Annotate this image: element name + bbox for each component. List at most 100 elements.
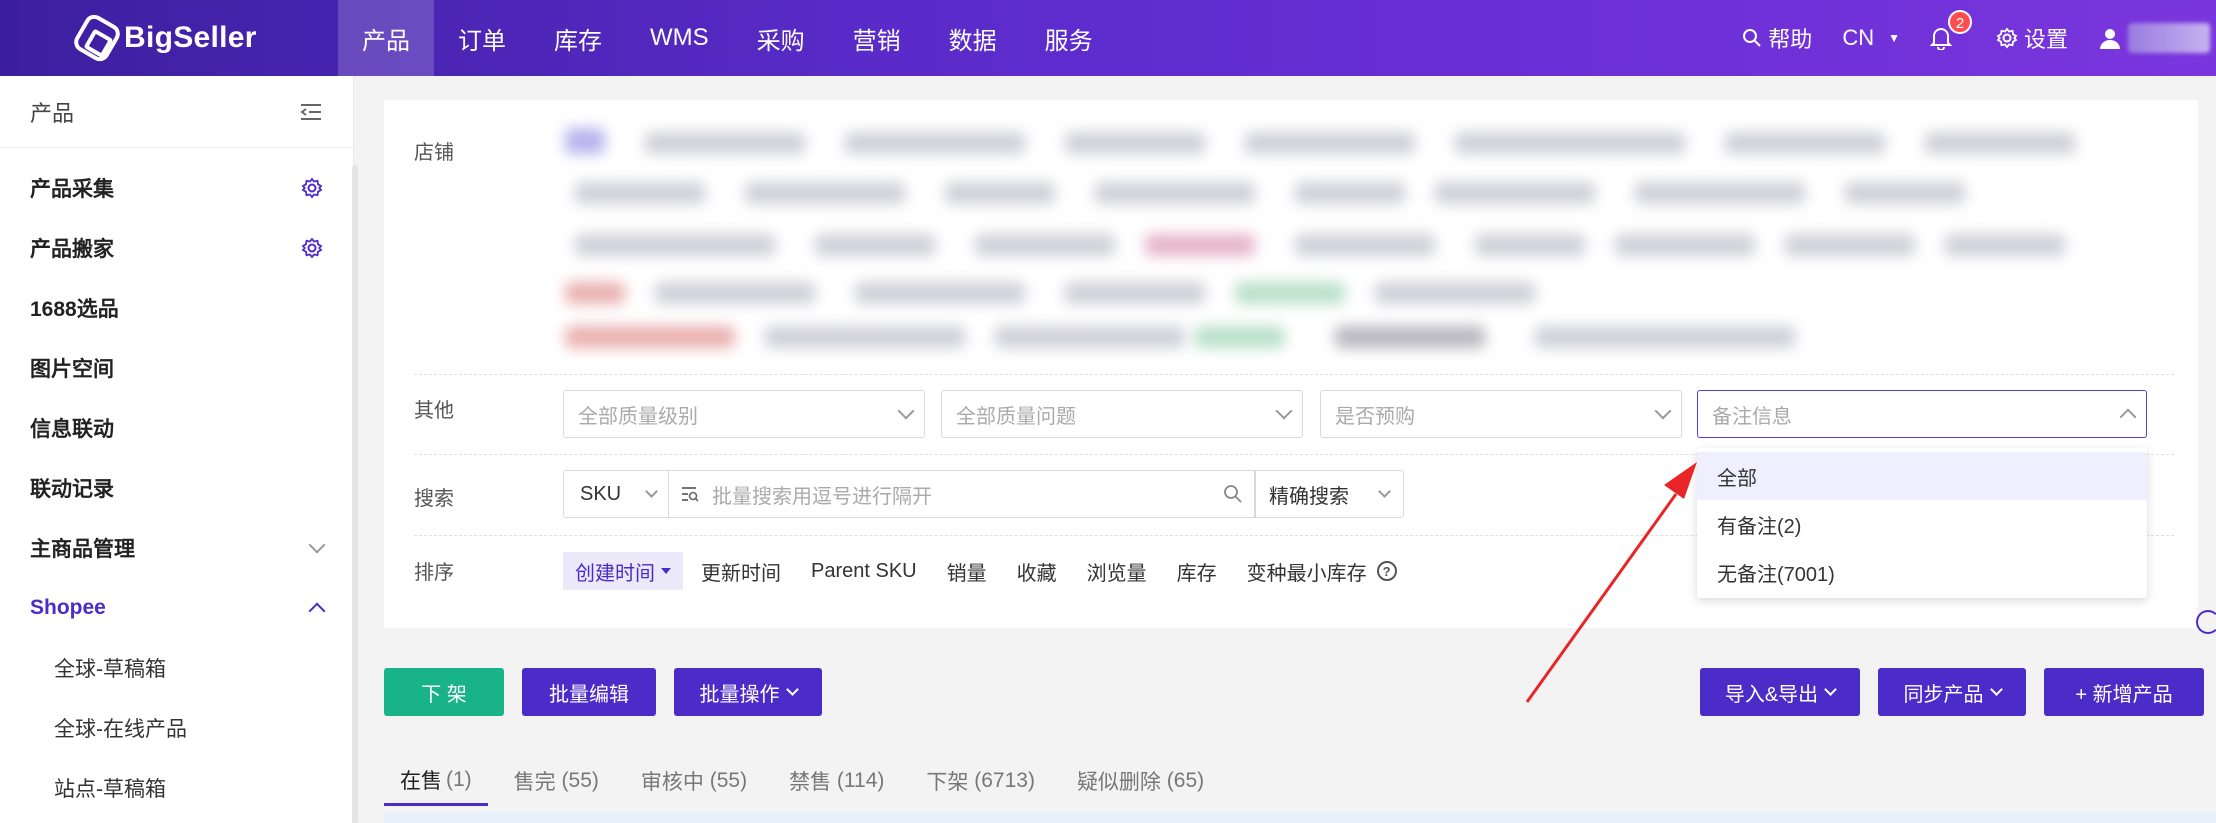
tab-on-sale[interactable]: 在售 (1) [384, 756, 488, 806]
sidebar-item-label: 联动记录 [30, 478, 114, 501]
search-icon [1743, 29, 1762, 47]
delist-button[interactable]: 下 架 [384, 668, 504, 716]
filter-divider [414, 374, 2174, 375]
nav-data[interactable]: 数据 [925, 0, 1021, 76]
quality-issue-value: 全部质量问题 [956, 405, 1076, 428]
notifications-button[interactable]: 2 [1929, 10, 1972, 50]
search-input[interactable]: 批量搜索用逗号进行隔开 [668, 470, 1256, 518]
tab-count: (1) [446, 767, 472, 791]
sidebar-item-linkage[interactable]: 信息联动 [0, 398, 353, 458]
language-select[interactable]: CN ▼ [1842, 25, 1900, 51]
sort-views[interactable]: 浏览量 [1075, 552, 1159, 590]
tab-count: (65) [1166, 769, 1205, 792]
add-product-button[interactable]: + 新增产品 [2044, 668, 2204, 716]
sort-min-variant-stock[interactable]: 变种最小库存 ? [1235, 552, 1409, 590]
sidebar-item-master-products[interactable]: 主商品管理 [0, 518, 353, 578]
store-list-redacted [555, 110, 2095, 360]
sort-sales[interactable]: 销量 [935, 552, 999, 590]
sidebar-item-label: 产品搬家 [30, 238, 114, 261]
nav-inventory[interactable]: 库存 [530, 0, 626, 76]
caret-down-icon: ▼ [1888, 31, 1900, 45]
sort-created-time[interactable]: 创建时间 [563, 552, 683, 590]
sidebar-item-images[interactable]: 图片空间 [0, 338, 353, 398]
tab-label: 审核中 [640, 771, 704, 794]
chevron-down-icon [1989, 683, 2003, 696]
sort-label-text: 变种最小库存 [1246, 562, 1367, 585]
notification-badge: 2 [1947, 10, 1972, 34]
sort-stock[interactable]: 库存 [1165, 552, 1229, 590]
status-tabs: 在售 (1) 售完 (55) 审核中 (55) 禁售 (114) 下架 (6713… [384, 756, 1230, 806]
tab-suspected-deleted[interactable]: 疑似删除 (65) [1061, 756, 1220, 806]
sort-options: 创建时间 更新时间 Parent SKU 销量 收藏 浏览量 库存 变种最小库存… [563, 552, 1415, 590]
collapse-menu-icon[interactable] [299, 102, 323, 122]
remark-option-has[interactable]: 有备注(2) [1697, 500, 2147, 548]
sidebar-scrollbar[interactable] [352, 165, 358, 823]
remark-select[interactable]: 备注信息 [1697, 390, 2147, 438]
sort-favorites[interactable]: 收藏 [1005, 552, 1069, 590]
tab-label: 疑似删除 [1076, 771, 1161, 794]
sidebar: 产品 产品采集 产品搬家 1688选品 图片空间 信息联动 联动记录 主商品管理… [0, 76, 354, 823]
quality-issue-select[interactable]: 全部质量问题 [941, 390, 1303, 438]
sidebar-item-label: 主商品管理 [30, 538, 135, 561]
settings-link[interactable]: 设置 [1996, 22, 2068, 54]
user-menu[interactable] [2098, 23, 2210, 53]
help-icon[interactable]: ? [1376, 561, 1397, 581]
user-name-redacted [2128, 23, 2210, 53]
batch-operations-button[interactable]: 批量操作 [674, 668, 822, 716]
tab-banned[interactable]: 禁售 (114) [773, 756, 900, 806]
sidebar-item-label: Shopee [30, 596, 106, 619]
search-type-select[interactable]: SKU [563, 470, 669, 518]
preorder-select[interactable]: 是否预购 [1320, 390, 1682, 438]
tab-label: 禁售 [789, 771, 832, 794]
nav-wms[interactable]: WMS [626, 0, 733, 76]
gear-icon[interactable] [301, 177, 323, 199]
sidebar-subitem-global-online[interactable]: 全球-在线产品 [0, 698, 353, 758]
chevron-down-icon [785, 683, 799, 696]
sort-parent-sku[interactable]: Parent SKU [799, 552, 929, 590]
sidebar-item-label: 产品采集 [30, 178, 114, 201]
sidebar-item-1688[interactable]: 1688选品 [0, 278, 353, 338]
language-value: CN [1842, 25, 1875, 50]
import-export-button[interactable]: 导入&导出 [1700, 668, 1860, 716]
batch-list-icon[interactable] [680, 485, 700, 503]
top-nav: BigSeller 产品 订单 库存 WMS 采购 营销 数据 服务 帮助 CN… [0, 0, 2216, 76]
search-type-value: SKU [580, 482, 622, 505]
chevron-up-icon [308, 602, 326, 620]
sidebar-item-label: 1688选品 [30, 298, 119, 321]
nav-products[interactable]: 产品 [338, 0, 434, 76]
tab-delisted[interactable]: 下架 (6713) [910, 756, 1051, 806]
preorder-value: 是否预购 [1335, 405, 1415, 428]
tab-label: 在售 [400, 769, 442, 793]
tab-sold-out[interactable]: 售完 (55) [498, 756, 615, 806]
help-link[interactable]: 帮助 [1742, 22, 1812, 54]
nav-orders[interactable]: 订单 [434, 0, 530, 76]
nav-marketing[interactable]: 营销 [829, 0, 925, 76]
sort-updated-time[interactable]: 更新时间 [689, 552, 793, 590]
sidebar-item-shopee[interactable]: Shopee [0, 578, 353, 638]
user-icon [2100, 29, 2120, 49]
tab-label: 下架 [926, 771, 969, 794]
remark-option-none[interactable]: 无备注(7001) [1697, 548, 2147, 596]
tab-count: (6713) [974, 769, 1035, 792]
sync-products-button[interactable]: 同步产品 [1878, 668, 2026, 716]
sidebar-item-collect[interactable]: 产品采集 [0, 158, 353, 218]
tab-count: (55) [561, 769, 599, 792]
sidebar-item-migrate[interactable]: 产品搬家 [0, 218, 353, 278]
quality-level-select[interactable]: 全部质量级别 [563, 390, 925, 438]
batch-edit-button[interactable]: 批量编辑 [522, 668, 656, 716]
sidebar-item-linkage-log[interactable]: 联动记录 [0, 458, 353, 518]
gear-icon[interactable] [301, 237, 323, 259]
sort-label-text: 创建时间 [575, 562, 655, 585]
nav-services[interactable]: 服务 [1021, 0, 1117, 76]
tab-reviewing[interactable]: 审核中 (55) [625, 756, 763, 806]
sidebar-item-label: 图片空间 [30, 358, 114, 381]
exact-search-select[interactable]: 精确搜索 [1254, 470, 1404, 518]
sidebar-subitem-global-drafts[interactable]: 全球-草稿箱 [0, 638, 353, 698]
exact-search-value: 精确搜索 [1269, 485, 1349, 508]
quality-level-value: 全部质量级别 [578, 405, 698, 428]
search-icon[interactable] [1223, 484, 1243, 504]
brand-logo[interactable]: BigSeller [70, 11, 257, 65]
remark-option-all[interactable]: 全部 [1697, 452, 2147, 500]
nav-purchase[interactable]: 采购 [733, 0, 829, 76]
sidebar-subitem-site-drafts[interactable]: 站点-草稿箱 [0, 758, 353, 818]
